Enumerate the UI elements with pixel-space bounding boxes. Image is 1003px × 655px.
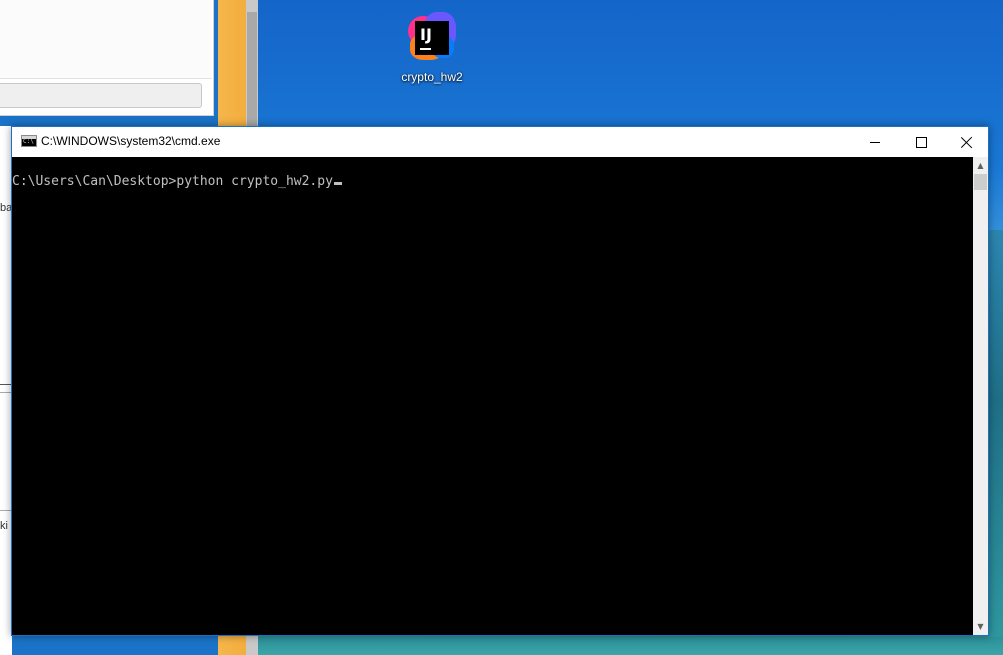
background-text-fragment: ki <box>0 520 8 532</box>
cmd-window[interactable]: C:\WINDOWS\system32\cmd.exe C:\Users\Can… <box>11 126 989 636</box>
logo-text: IJ <box>420 25 432 44</box>
close-icon <box>961 136 973 148</box>
intellij-idea-icon: IJ <box>406 12 458 64</box>
close-button[interactable] <box>944 127 990 157</box>
window-title: C:\WINDOWS\system32\cmd.exe <box>41 134 221 148</box>
wallpaper-sea-bottom <box>258 637 1003 655</box>
chevron-up-icon: ▲ <box>977 161 984 170</box>
maximize-button[interactable] <box>898 127 944 157</box>
console-area[interactable]: C:\Users\Can\Desktop>python crypto_hw2.p… <box>12 157 973 635</box>
chevron-down-icon: ▼ <box>977 622 984 631</box>
scroll-thumb[interactable] <box>974 174 987 190</box>
scroll-down-button[interactable]: ▼ <box>973 618 988 635</box>
command-text: python crypto_hw2.py <box>176 174 333 189</box>
minimize-button[interactable] <box>852 127 898 157</box>
text-cursor <box>333 182 342 185</box>
console-scrollbar[interactable]: ▲ ▼ <box>973 157 988 635</box>
background-window-field[interactable] <box>0 83 202 108</box>
background-window-content <box>0 0 212 79</box>
desktop-shortcut-label: crypto_hw2 <box>401 70 463 84</box>
minimize-icon <box>870 141 880 143</box>
maximize-icon <box>915 136 927 148</box>
background-window[interactable] <box>0 0 214 116</box>
desktop-shortcut-crypto-hw2[interactable]: IJ crypto_hw2 <box>398 12 466 90</box>
title-bar[interactable]: C:\WINDOWS\system32\cmd.exe <box>12 127 988 157</box>
prompt-text: C:\Users\Can\Desktop> <box>12 174 177 189</box>
background-window-scroll-thumb[interactable] <box>247 12 257 127</box>
scroll-up-button[interactable]: ▲ <box>973 157 988 174</box>
cmd-icon[interactable] <box>21 135 37 147</box>
command-line: C:\Users\Can\Desktop>python crypto_hw2.p… <box>12 174 342 189</box>
